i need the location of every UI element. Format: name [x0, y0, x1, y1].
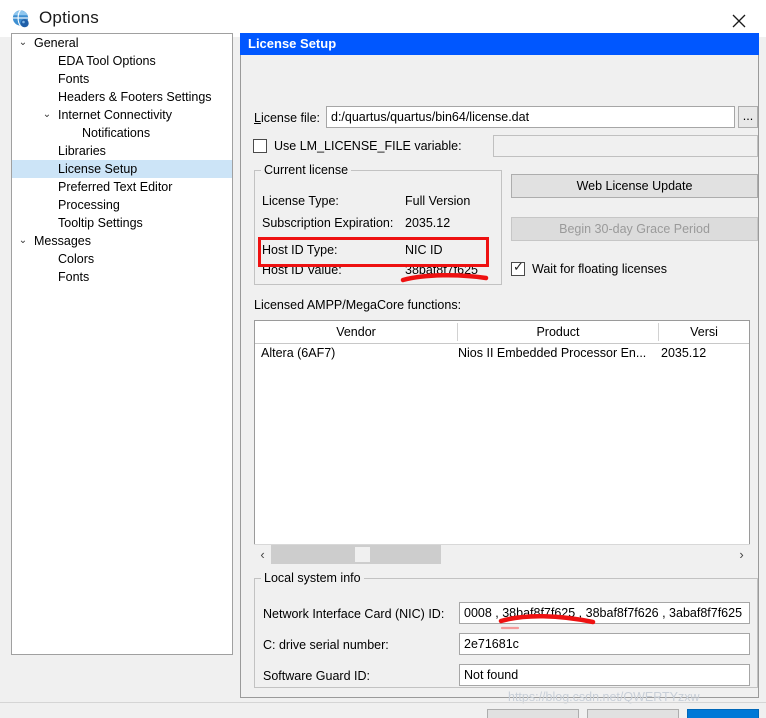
- sidebar-item-internet-connectivity[interactable]: ⌄ Internet Connectivity: [12, 106, 232, 124]
- lm-license-file-input[interactable]: [493, 135, 758, 157]
- browse-license-file-button[interactable]: ...: [738, 106, 758, 128]
- close-icon: [732, 14, 746, 28]
- nic-id-label: Network Interface Card (NIC) ID:: [263, 607, 445, 621]
- licensed-functions-caption: Licensed AMPP/MegaCore functions:: [254, 298, 462, 312]
- panel-header-title: License Setup: [240, 33, 759, 55]
- chevron-down-icon[interactable]: ⌄: [40, 106, 54, 124]
- host-id-type-label: Host ID Type:: [262, 243, 338, 257]
- scroll-left-icon[interactable]: ‹: [254, 545, 271, 564]
- chevron-down-icon[interactable]: ⌄: [16, 34, 30, 52]
- footer-button-1[interactable]: [487, 709, 579, 718]
- subscription-expiration-value: 2035.12: [405, 216, 451, 230]
- wait-floating-licenses-checkbox[interactable]: ✓: [511, 259, 525, 276]
- sidebar-item-headers-footers-settings[interactable]: Headers & Footers Settings: [12, 88, 232, 106]
- column-header-version[interactable]: Versi: [659, 321, 749, 343]
- table-row[interactable]: Altera (6AF7) Nios II Embedded Processor…: [255, 344, 749, 362]
- scroll-right-icon[interactable]: ›: [733, 545, 750, 564]
- cell-version: 2035.12: [661, 346, 707, 360]
- sidebar-item-notifications[interactable]: Notifications: [12, 124, 232, 142]
- quartus-globe-icon: [11, 9, 31, 29]
- use-lm-license-file-label: Use LM_LICENSE_FILE variable:: [274, 139, 462, 153]
- check-icon: ✓: [513, 259, 524, 274]
- footer-button-2[interactable]: [587, 709, 679, 718]
- software-guard-id-input[interactable]: Not found: [459, 664, 750, 686]
- sidebar-item-label: Tooltip Settings: [58, 216, 143, 230]
- sidebar-item-label: Processing: [58, 198, 120, 212]
- scrollbar-track[interactable]: [271, 545, 441, 564]
- sidebar-item-label: Fonts: [58, 270, 90, 284]
- host-id-value-label: Host ID Value:: [262, 263, 342, 277]
- sidebar-item-label: Colors: [58, 252, 95, 266]
- sidebar-item-preferred-text-editor[interactable]: Preferred Text Editor: [12, 178, 232, 196]
- license-type-label: License Type:: [262, 194, 339, 208]
- table-header-row: Vendor Product Versi: [255, 321, 749, 344]
- scrollbar-thumb[interactable]: [355, 547, 370, 562]
- chevron-down-icon[interactable]: ⌄: [16, 232, 30, 250]
- sidebar-item-eda-tool-options[interactable]: EDA Tool Options: [12, 52, 232, 70]
- footer-separator: [0, 702, 766, 703]
- sidebar-item-colors[interactable]: Colors: [12, 250, 232, 268]
- sidebar-item-processing[interactable]: Processing: [12, 196, 232, 214]
- sidebar-item-label: Headers & Footers Settings: [58, 90, 212, 104]
- begin-grace-period-button: Begin 30-day Grace Period: [511, 217, 758, 241]
- sidebar-item-label: Fonts: [58, 72, 90, 86]
- c-drive-serial-label: C: drive serial number:: [263, 638, 389, 652]
- nic-id-input[interactable]: 0008 , 38baf8f7f625 , 38baf8f7f626 , 3ab…: [459, 602, 750, 624]
- sidebar-item-label: Libraries: [58, 144, 106, 158]
- sidebar-item-label: Internet Connectivity: [58, 108, 172, 122]
- sidebar-item-tooltip-settings[interactable]: Tooltip Settings: [12, 214, 232, 232]
- license-type-value: Full Version: [405, 194, 471, 208]
- column-divider[interactable]: [457, 323, 458, 341]
- column-header-vendor[interactable]: Vendor: [255, 321, 457, 343]
- footer-button-3[interactable]: [687, 709, 759, 718]
- sidebar-item-label: Notifications: [82, 126, 151, 140]
- web-license-update-button[interactable]: Web License Update: [511, 174, 758, 198]
- cell-vendor: Altera (6AF7): [261, 346, 336, 360]
- window-title: Options: [39, 8, 99, 27]
- category-tree[interactable]: ⌄ General EDA Tool Options Fonts Headers & F…: [11, 33, 233, 655]
- licensed-functions-table[interactable]: Vendor Product Versi Altera (6AF7) Nios …: [254, 320, 750, 564]
- sidebar-item-license-setup[interactable]: License Setup: [12, 160, 232, 178]
- use-lm-license-file-checkbox[interactable]: [253, 139, 267, 153]
- sidebar-item-label: License Setup: [58, 162, 138, 176]
- sidebar-item-general[interactable]: ⌄ General: [12, 34, 232, 52]
- host-id-value-value: 38baf8f7f625: [405, 263, 478, 277]
- sidebar-item-messages[interactable]: ⌄ Messages: [12, 232, 232, 250]
- sidebar-item-label: Messages: [34, 234, 91, 248]
- sidebar-item-label: General: [34, 36, 79, 50]
- sidebar-item-label: Preferred Text Editor: [58, 180, 173, 194]
- license-file-label: License file:: [254, 111, 321, 125]
- license-file-input[interactable]: d:/quartus/quartus/bin64/license.dat: [326, 106, 735, 128]
- close-button[interactable]: [718, 6, 760, 32]
- wait-floating-licenses-label: Wait for floating licenses: [532, 262, 668, 276]
- software-guard-id-label: Software Guard ID:: [263, 669, 370, 683]
- column-header-product[interactable]: Product: [458, 321, 658, 343]
- subscription-expiration-label: Subscription Expiration:: [262, 216, 394, 230]
- current-license-group-title: Current license: [261, 163, 352, 177]
- cell-product: Nios II Embedded Processor En...: [458, 346, 647, 360]
- column-divider[interactable]: [658, 323, 659, 341]
- sidebar-item-fonts[interactable]: Fonts: [12, 268, 232, 286]
- sidebar-item-libraries[interactable]: Libraries: [12, 142, 232, 160]
- options-dialog: Options Category: ⌄GeneralEDA Tool Optio…: [0, 0, 766, 718]
- sidebar-item-fonts[interactable]: Fonts: [12, 70, 232, 88]
- title-bar: Options: [0, 0, 766, 37]
- c-drive-serial-input[interactable]: 2e71681c: [459, 633, 750, 655]
- table-horizontal-scrollbar[interactable]: ‹ ›: [254, 544, 750, 564]
- local-system-info-group-title: Local system info: [261, 571, 364, 585]
- sidebar-item-label: EDA Tool Options: [58, 54, 156, 68]
- host-id-type-value: NIC ID: [405, 243, 443, 257]
